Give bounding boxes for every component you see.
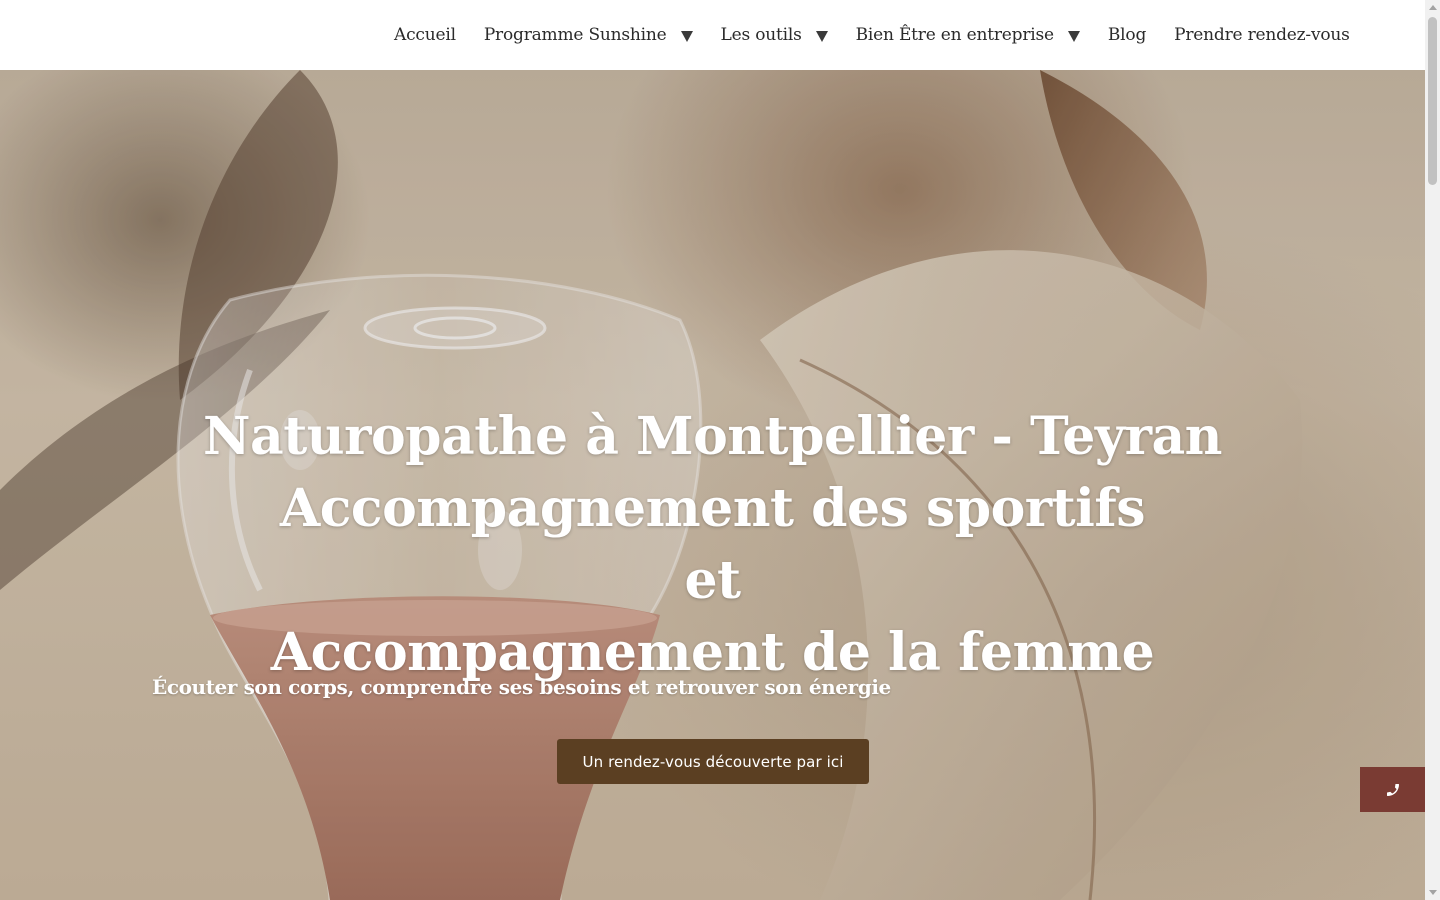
hero-title-line: et: [684, 549, 741, 611]
phone-icon: [1386, 783, 1399, 796]
nav-item-label: Les outils: [720, 25, 802, 45]
nav-item-label: Programme Sunshine: [483, 25, 667, 45]
main-nav: Accueil Programme Sunshine Les outils Bi…: [380, 0, 1364, 70]
hero-title: Naturopathe à Montpellier - Teyran Accom…: [0, 401, 1425, 689]
nav-item-label: Bien Être en entreprise: [855, 25, 1054, 45]
nav-item-les-outils[interactable]: Les outils: [707, 25, 842, 45]
nav-item-label: Prendre rendez-vous: [1174, 25, 1350, 45]
caret-down-icon[interactable]: [815, 30, 828, 42]
nav-item-accueil[interactable]: Accueil: [380, 25, 470, 45]
nav-item-label: Accueil: [394, 25, 456, 45]
nav-item-programme-sunshine[interactable]: Programme Sunshine: [470, 25, 707, 45]
nav-item-blog[interactable]: Blog: [1094, 25, 1160, 45]
scrollbar-thumb[interactable]: [1428, 17, 1437, 185]
nav-item-label: Blog: [1107, 25, 1147, 45]
caret-down-icon[interactable]: [1067, 30, 1080, 42]
caret-down-icon[interactable]: [680, 30, 693, 42]
hero-section: Naturopathe à Montpellier - Teyran Accom…: [0, 70, 1425, 900]
scroll-down-arrow-icon[interactable]: [1429, 890, 1437, 895]
phone-call-button[interactable]: [1360, 767, 1425, 812]
hero-subtitle: Écouter son corps, comprendre ses besoin…: [152, 675, 891, 699]
hero-title-line: Naturopathe à Montpellier - Teyran: [203, 405, 1222, 467]
site-header: Accueil Programme Sunshine Les outils Bi…: [0, 0, 1425, 70]
book-discovery-appointment-button[interactable]: Un rendez-vous découverte par ici: [557, 739, 869, 784]
nav-item-bien-etre-entreprise[interactable]: Bien Être en entreprise: [842, 25, 1094, 45]
page: Accueil Programme Sunshine Les outils Bi…: [0, 0, 1440, 900]
page-scrollbar[interactable]: [1425, 0, 1440, 900]
scroll-up-arrow-icon[interactable]: [1429, 5, 1437, 10]
nav-item-prendre-rendez-vous[interactable]: Prendre rendez-vous: [1160, 25, 1364, 45]
hero-title-line: Accompagnement des sportifs: [279, 477, 1146, 539]
